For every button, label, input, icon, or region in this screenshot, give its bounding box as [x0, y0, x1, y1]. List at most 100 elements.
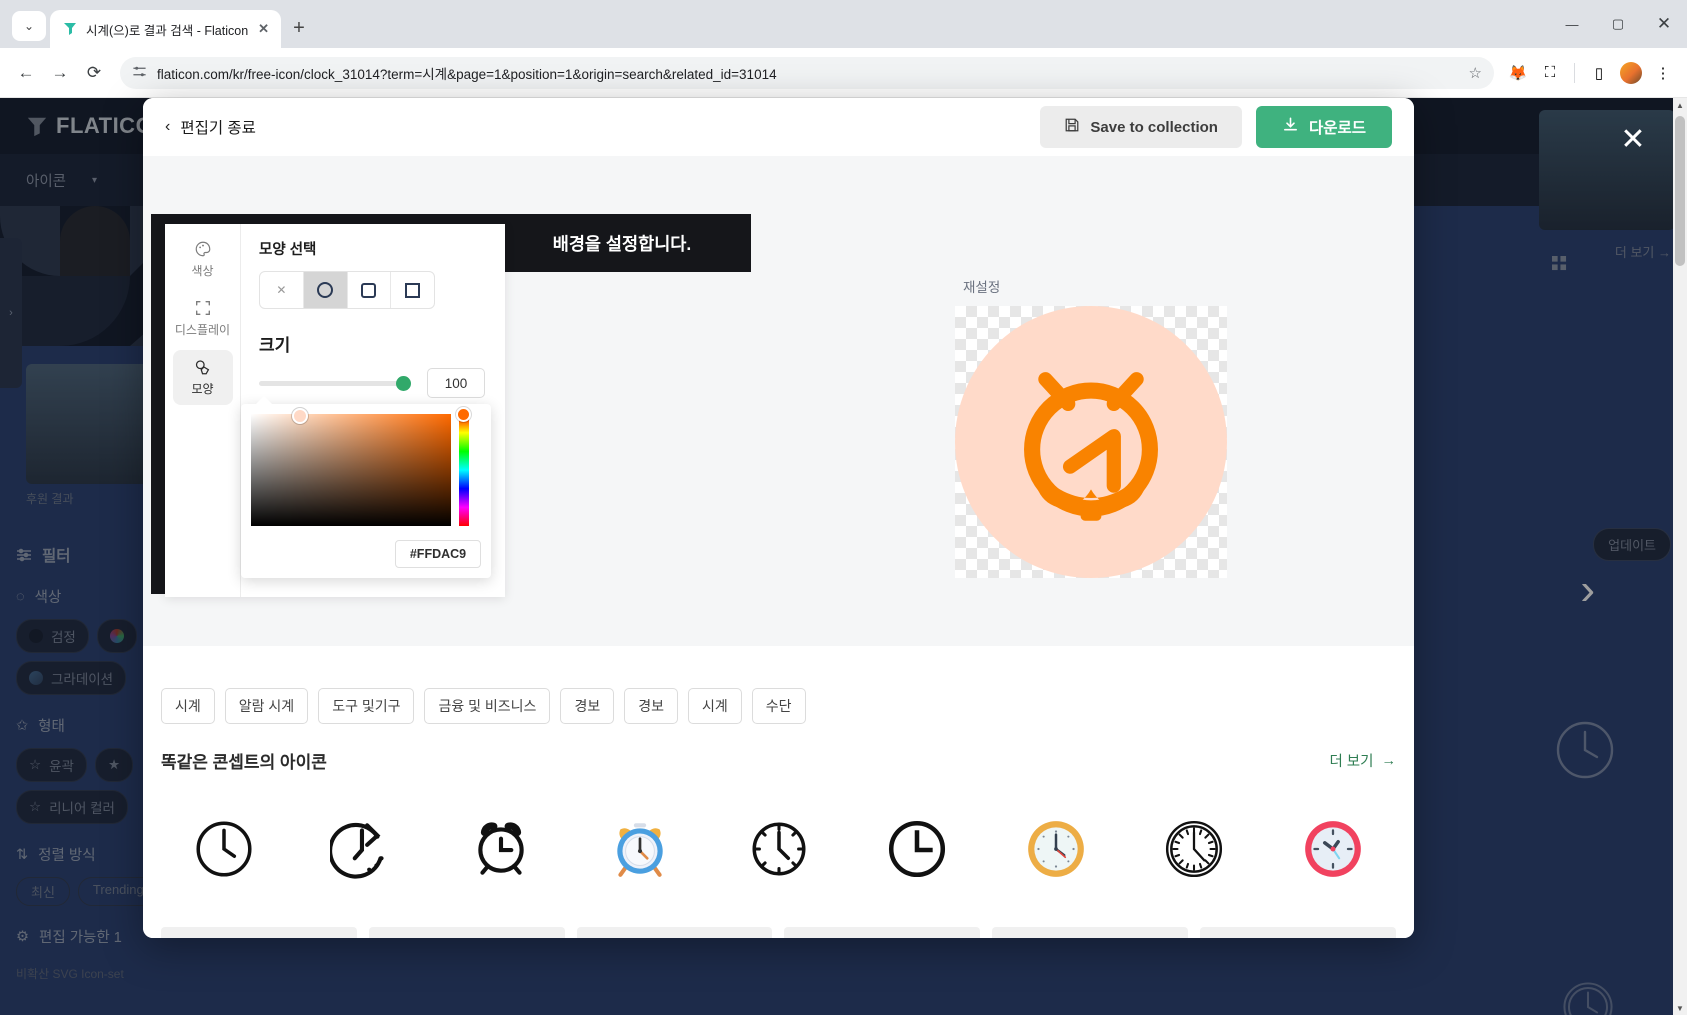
related-icon-item[interactable]	[432, 797, 571, 905]
address-bar[interactable]: flaticon.com/kr/free-icon/clock_31014?te…	[120, 56, 1494, 89]
shape-chip-solid[interactable]: ★	[94, 748, 134, 782]
puzzle-extensions-icon[interactable]: ⛶	[1536, 59, 1564, 87]
editor-tool-rail: 색상 디스플레이 모양	[165, 224, 241, 597]
tag-chip[interactable]: 경보	[560, 688, 615, 724]
detail-content: 시계 알람 시계 도구 및기구 금융 및 비즈니스 경보 경보 시계 수단 똑같…	[143, 646, 1414, 938]
hex-value-input[interactable]: #FFDAC9	[395, 540, 481, 568]
saturation-cursor[interactable]	[292, 408, 308, 424]
reload-icon[interactable]: ⟳	[78, 57, 110, 89]
tag-chip[interactable]: 도구 및기구	[318, 688, 415, 724]
palette-icon: ◌	[16, 588, 25, 605]
related-icon-item[interactable]	[848, 797, 987, 905]
related-icon-item[interactable]	[155, 797, 294, 905]
bottom-card[interactable]	[992, 927, 1189, 938]
size-slider[interactable]	[259, 374, 411, 392]
window-close-button[interactable]: ✕	[1641, 0, 1687, 48]
tag-chip[interactable]: 알람 시계	[224, 688, 309, 724]
related-icon-item[interactable]	[294, 797, 433, 905]
side-panel-icon[interactable]: ▯	[1585, 59, 1613, 87]
related-icon-item[interactable]	[1125, 797, 1264, 905]
toolbar-divider	[1574, 62, 1575, 83]
next-slide-arrow-icon[interactable]: ›	[1580, 568, 1595, 612]
exit-editor-button[interactable]: ‹ 편집기 종료	[165, 116, 256, 138]
tag-chip[interactable]: 시계	[161, 688, 215, 724]
shape-option-circle[interactable]	[303, 272, 348, 308]
save-to-collection-button[interactable]: Save to collection	[1040, 106, 1242, 148]
shape-option-rounded-square[interactable]	[348, 272, 392, 308]
shape-chip-linear-color[interactable]: ☆ 리니어 컬러	[16, 790, 128, 824]
rail-clock-preview-icon[interactable]	[1553, 718, 1617, 787]
rail-update-chip[interactable]: 업데이트	[1593, 528, 1671, 561]
color-picker-caret	[255, 396, 273, 405]
color-heading-text: 색상	[34, 590, 62, 606]
minimize-button[interactable]: —	[1549, 0, 1595, 48]
browser-menu-icon[interactable]: ⋮	[1649, 59, 1677, 87]
tag-chip[interactable]: 금융 및 비즈니스	[424, 688, 551, 724]
color-chip-black[interactable]: 검정	[16, 619, 89, 653]
editable-heading-text: 편집 가능한 1	[39, 930, 122, 946]
fox-extension-icon[interactable]: 🦊	[1504, 59, 1532, 87]
preview-icon-wrapper	[955, 306, 1227, 578]
size-value-input[interactable]: 100	[427, 368, 485, 398]
filter-heading-text: 필터	[42, 548, 71, 565]
forward-icon[interactable]: →	[44, 57, 76, 89]
rail-item-display[interactable]: 디스플레이	[173, 291, 233, 346]
browser-tab[interactable]: 시계(으)로 결과 검색 - Flaticon ✕	[50, 10, 282, 48]
scroll-down-arrow-icon[interactable]: ▼	[1673, 1001, 1687, 1015]
editable-note: 비확산 SVG Icon-set	[16, 967, 124, 981]
bottom-card[interactable]	[1200, 927, 1396, 938]
round-clock-gold-icon	[1023, 816, 1089, 887]
clock-rotate-icon	[327, 816, 396, 887]
related-icon-item[interactable]	[986, 797, 1125, 905]
page-scrollbar[interactable]: ▲ ▼	[1673, 98, 1687, 1015]
new-tab-button[interactable]: +	[293, 18, 305, 38]
editor-preview: 재설정	[783, 156, 1414, 646]
preview-canvas[interactable]	[955, 306, 1227, 578]
tag-chip[interactable]: 시계	[687, 688, 742, 724]
scrollbar-thumb[interactable]	[1675, 116, 1685, 266]
color-chip-multicolor[interactable]	[96, 619, 137, 653]
bookmark-star-icon[interactable]: ☆	[1469, 64, 1482, 82]
bottom-card[interactable]	[784, 927, 981, 938]
bottom-card[interactable]	[576, 927, 773, 938]
nav-item-icons[interactable]: 아이콘	[26, 170, 66, 191]
maximize-button[interactable]: ▢	[1595, 0, 1641, 48]
back-icon[interactable]: ←	[10, 57, 42, 89]
sidebar-collapse-handle[interactable]: ›	[0, 238, 22, 388]
site-settings-icon[interactable]	[132, 64, 147, 82]
rail-clock-preview-icon-2[interactable]	[1559, 978, 1617, 1015]
download-button[interactable]: 다운로드	[1255, 106, 1392, 148]
rail-more-link[interactable]: 더 보기 →	[1527, 242, 1687, 261]
sort-icon: ⇅	[16, 846, 29, 863]
tab-search-chevron-icon[interactable]: ⌄	[12, 11, 46, 41]
hue-slider[interactable]	[456, 407, 471, 526]
bottom-card[interactable]	[368, 927, 565, 938]
hue-slider-knob[interactable]	[456, 407, 471, 422]
modal-close-icon[interactable]: ✕	[1615, 122, 1651, 158]
sort-tab-latest[interactable]: 최신	[16, 877, 70, 906]
avatar[interactable]	[1617, 59, 1645, 87]
reset-link[interactable]: 재설정	[963, 276, 1000, 296]
related-more-link[interactable]: 더 보기 →	[1329, 750, 1396, 771]
tab-close-icon[interactable]: ✕	[256, 21, 271, 37]
shape-option-square[interactable]	[391, 272, 434, 308]
color-chip-gradient[interactable]: 그라데이션	[16, 661, 127, 695]
rail-item-shape[interactable]: 모양	[172, 350, 233, 405]
save-disk-icon	[1064, 117, 1080, 137]
scroll-up-arrow-icon[interactable]: ▲	[1673, 98, 1687, 112]
background-tooltip: 배경을 설정합니다.	[493, 214, 751, 272]
bottom-card[interactable]	[161, 927, 357, 938]
shape-chip-outline[interactable]: ☆ 윤곽	[16, 748, 87, 782]
size-slider-knob[interactable]	[396, 375, 411, 391]
related-icon-item[interactable]	[1264, 797, 1403, 905]
saturation-value-area[interactable]	[251, 408, 451, 526]
shape-option-none[interactable]: ✕	[260, 272, 304, 308]
tag-chip[interactable]: 경보	[624, 688, 678, 724]
tag-chip[interactable]: 수단	[751, 688, 806, 724]
shape-section-title: 모양 선택	[259, 242, 317, 258]
tab-strip: ⌄ 시계(으)로 결과 검색 - Flaticon ✕ + — ▢ ✕	[0, 0, 1687, 48]
related-icon-item[interactable]	[571, 797, 710, 905]
related-icon-item[interactable]	[709, 797, 848, 905]
rail-item-color[interactable]: 색상	[173, 232, 233, 287]
rail-card[interactable]	[1539, 110, 1675, 230]
